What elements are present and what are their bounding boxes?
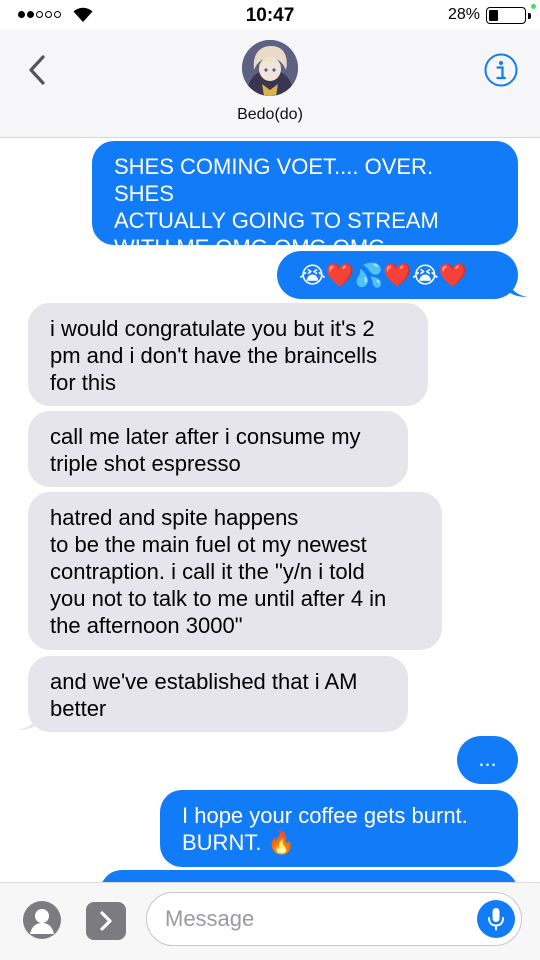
message-bubble-received[interactable]: call me later after i consume my triple … bbox=[28, 411, 408, 487]
contact-name[interactable]: Bedo(do) bbox=[0, 106, 540, 124]
message-bubble-received[interactable]: and we've established that i AM better bbox=[28, 656, 408, 732]
message-bubble-sent[interactable]: 😭❤️💦❤️😭❤️ bbox=[277, 251, 518, 299]
charging-indicator bbox=[531, 4, 536, 9]
bubble-tail bbox=[16, 712, 38, 730]
info-button[interactable] bbox=[484, 53, 518, 87]
status-bar: 10:47 28% bbox=[0, 0, 540, 30]
message-bubble-received[interactable]: i would congratulate you but it's 2 pm a… bbox=[28, 303, 428, 406]
chevron-right-icon bbox=[100, 911, 112, 931]
camera-button[interactable] bbox=[22, 900, 62, 940]
message-composer bbox=[0, 882, 540, 960]
contact-avatar[interactable] bbox=[242, 40, 298, 96]
back-button[interactable] bbox=[22, 50, 52, 90]
message-bubble-received[interactable]: hatred and spite happens to be the main … bbox=[28, 492, 442, 650]
bubble-tail bbox=[508, 279, 528, 297]
battery-percent: 28% bbox=[447, 6, 480, 23]
message-bubble-sent[interactable]: I hope your coffee gets burnt. BURNT. 🔥 bbox=[160, 790, 518, 867]
message-input[interactable] bbox=[165, 903, 465, 935]
battery-nub bbox=[528, 13, 531, 19]
avatar-image bbox=[242, 40, 298, 96]
microphone-icon bbox=[488, 908, 504, 931]
message-bubble-sent-partial[interactable] bbox=[100, 870, 518, 882]
chevron-left-icon bbox=[29, 55, 45, 85]
conversation-header: Bedo(do) bbox=[0, 30, 540, 138]
message-bubble-sent[interactable]: ... bbox=[457, 736, 518, 784]
battery-icon bbox=[486, 7, 526, 24]
apps-button[interactable] bbox=[86, 902, 126, 940]
message-field[interactable] bbox=[146, 892, 522, 946]
microphone-button[interactable] bbox=[477, 900, 515, 938]
battery-level bbox=[489, 10, 499, 21]
message-bubble-sent[interactable]: SHES COMING VOET.... OVER. SHES ACTUALLY… bbox=[92, 141, 518, 260]
message-thread[interactable]: SHES COMING VOET.... OVER. SHES ACTUALLY… bbox=[0, 138, 540, 882]
